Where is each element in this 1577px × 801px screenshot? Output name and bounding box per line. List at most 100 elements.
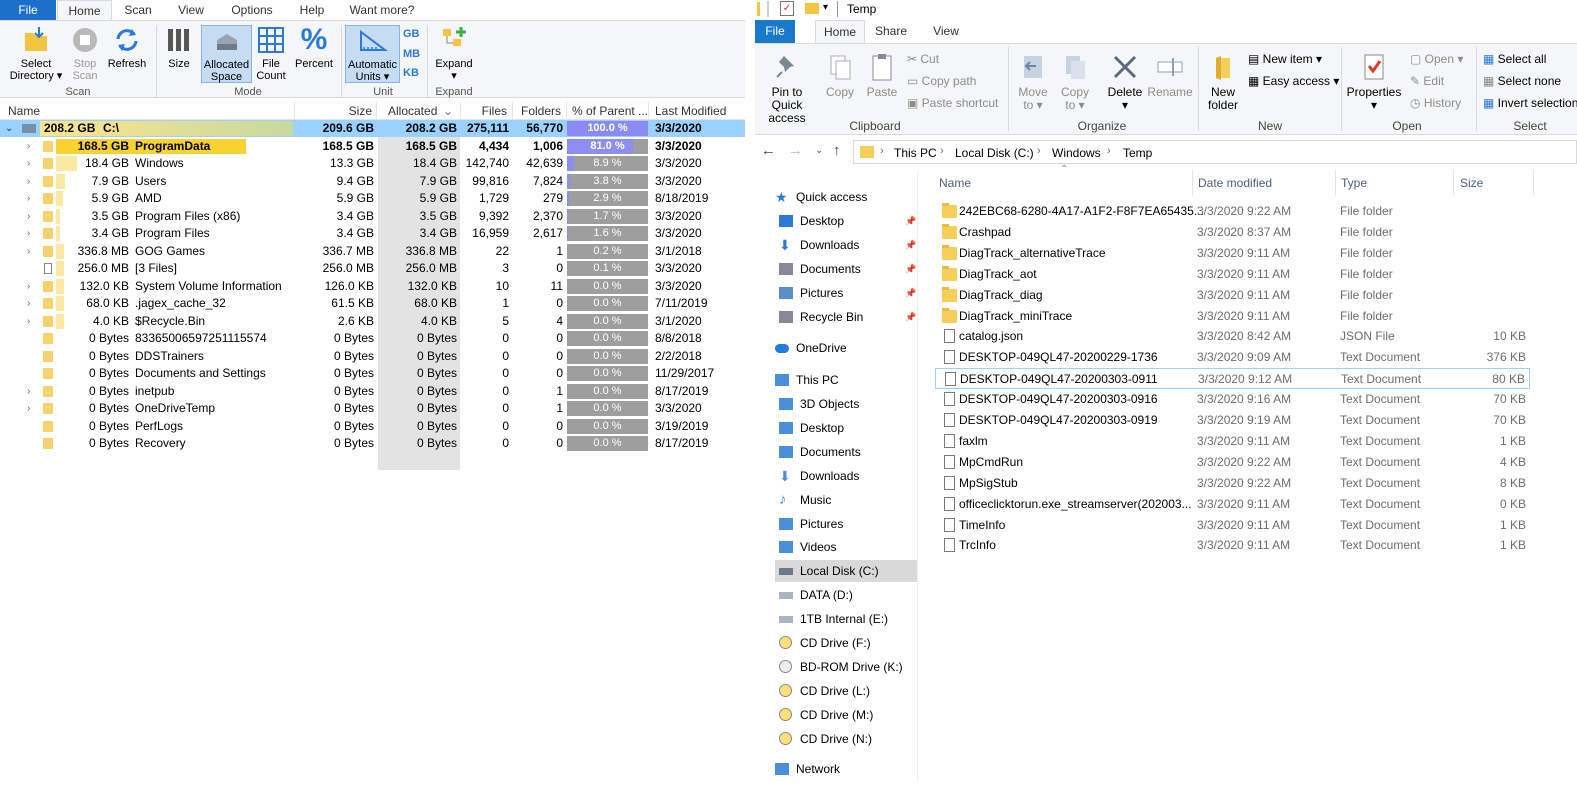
unit-kb-button[interactable]: KB — [403, 67, 419, 79]
tree-row-root[interactable]: ⌄ 208.2 GB C:\ 209.6 GB 208.2 GB 275,111 56,77… — [0, 120, 745, 137]
navigation-pane-divider[interactable] — [917, 170, 918, 781]
nav-onedrive[interactable]: OneDrive — [755, 337, 920, 359]
allocated-space-button[interactable]: Allocated Space — [201, 25, 252, 83]
tab-home[interactable]: Home — [57, 0, 112, 20]
expand-chevron-icon[interactable]: › — [27, 278, 30, 295]
file-row[interactable]: DESKTOP-049QL47-20200303-0916 3/3/2020 9:… — [935, 389, 1530, 410]
column-type[interactable]: Type — [1341, 176, 1367, 190]
size-mode-button[interactable]: Size — [161, 25, 197, 70]
tree-row[interactable]: 0 Bytes DDSTrainers 0 Bytes 0 Bytes 0 0 0.0 % 2… — [0, 348, 745, 365]
file-row[interactable]: officeclicktorun.exe_streamserver(202003… — [935, 494, 1530, 515]
paste-shortcut-button[interactable]: ▣ Paste shortcut — [907, 96, 998, 110]
tree-row[interactable]: › 336.8 MB GOG Games 336.7 MB 336.8 MB 22 1 0.2… — [0, 243, 745, 260]
tree-row[interactable]: › 168.5 GB ProgramData 168.5 GB 168.5 GB 4,43… — [0, 138, 745, 155]
nav-this-pc[interactable]: This PC — [755, 369, 920, 391]
nav-quick-pictures[interactable]: Pictures 📌 — [755, 282, 920, 304]
up-arrow-icon[interactable]: ↑ — [833, 142, 841, 159]
breadcrumb-temp[interactable]: Temp — [1123, 146, 1152, 160]
nav-local-disk-c[interactable]: Local Disk (C:) — [775, 560, 917, 583]
invert-selection-button[interactable]: ▦ Invert selection — [1483, 96, 1577, 110]
expand-chevron-icon[interactable]: › — [27, 243, 30, 260]
tab-file[interactable]: File — [0, 0, 56, 20]
select-directory-button[interactable]: Select Directory ▾ — [6, 25, 66, 82]
tree-row[interactable]: 0 Bytes Documents and Settings 0 Bytes 0 By… — [0, 365, 745, 382]
properties-check-icon[interactable]: ✓ — [780, 1, 794, 16]
file-row[interactable]: DESKTOP-049QL47-20200303-0911 3/3/2020 9:… — [935, 368, 1530, 390]
breadcrumb-this-pc[interactable]: This PC — [894, 146, 937, 160]
expand-chevron-icon[interactable]: › — [27, 225, 30, 242]
file-row[interactable]: TrcInfo 3/3/2020 9:11 AM Text Document 1 KB — [935, 535, 1530, 556]
cut-button[interactable]: ✂ Cut — [907, 52, 939, 66]
column-size[interactable]: Size — [1460, 176, 1483, 190]
breadcrumb-windows[interactable]: Windows — [1052, 146, 1101, 160]
expand-chevron-icon[interactable]: › — [27, 400, 30, 417]
column-folders[interactable]: Folders — [517, 104, 561, 118]
column-files[interactable]: Files — [465, 104, 507, 118]
automatic-units-button[interactable]: Automatic Units ▾ — [345, 25, 400, 83]
expand-chevron-icon[interactable]: › — [27, 383, 30, 400]
tab-view[interactable]: View — [168, 0, 214, 20]
tab-options[interactable]: Options — [222, 0, 282, 20]
percent-button[interactable]: % Percent — [292, 25, 336, 71]
expand-chevron-icon[interactable]: › — [27, 138, 30, 155]
tree-row[interactable]: › 4.0 KB $Recycle.Bin 2.6 KB 4.0 KB 5 4 0.0 % 3/… — [0, 313, 745, 330]
tab-file[interactable]: File — [755, 20, 795, 43]
file-count-button[interactable]: File Count — [254, 25, 288, 82]
history-button[interactable]: ◷ History — [1410, 96, 1461, 110]
nav-network[interactable]: Network — [755, 758, 920, 780]
select-none-button[interactable]: ▦ Select none — [1483, 74, 1561, 88]
file-row[interactable]: MpSigStub 3/3/2020 9:22 AM Text Document 8 … — [935, 473, 1530, 494]
nav-cd-drive-n[interactable]: CD Drive (N:) — [755, 728, 920, 750]
edit-button[interactable]: ✎ Edit — [1410, 74, 1444, 88]
tree-row[interactable]: 0 Bytes PerfLogs 0 Bytes 0 Bytes 0 0 0.0 % 3/19… — [0, 418, 745, 435]
nav-quick-documents[interactable]: Documents 📌 — [755, 258, 920, 280]
tree-row[interactable]: › 5.9 GB AMD 5.9 GB 5.9 GB 1,729 279 2.9 % 8/18/… — [0, 190, 745, 207]
easy-access-button[interactable]: ▦ Easy access ▾ — [1248, 74, 1339, 88]
folder-row[interactable]: DiagTrack_diag 3/3/2020 9:11 AM File folde… — [935, 285, 1530, 306]
nav-downloads[interactable]: ⬇ Downloads — [755, 465, 920, 487]
nav-quick-desktop[interactable]: Desktop 📌 — [755, 210, 920, 232]
folder-row[interactable]: Crashpad 3/3/2020 8:37 AM File folder — [935, 222, 1530, 243]
new-folder-icon[interactable] — [805, 3, 819, 14]
rename-button[interactable]: Rename — [1147, 52, 1193, 99]
tree-row[interactable]: › 0 Bytes inetpub 0 Bytes 0 Bytes 0 1 0.0 % 8/17… — [0, 383, 745, 400]
tree-row[interactable]: 256.0 MB [3 Files] 256.0 MB 256.0 MB 3 0 0.1 %… — [0, 260, 745, 277]
folder-row[interactable]: 242EBC68-6280-4A17-A1F2-F8F7EA65435... 3/… — [935, 201, 1530, 222]
recent-locations-icon[interactable]: ⌄ — [815, 145, 823, 156]
open-button[interactable]: ▢ Open ▾ — [1410, 52, 1463, 66]
nav-cd-drive-f[interactable]: CD Drive (F:) — [755, 632, 920, 654]
refresh-button[interactable]: Refresh — [105, 25, 149, 70]
folder-row[interactable]: DiagTrack_miniTrace 3/3/2020 9:11 AM File … — [935, 306, 1530, 327]
tree-row[interactable]: › 0 Bytes OneDriveTemp 0 Bytes 0 Bytes 0 1 0.0 … — [0, 400, 745, 417]
expand-chevron-icon[interactable]: › — [27, 295, 30, 312]
tab-scan[interactable]: Scan — [115, 0, 161, 20]
expand-chevron-icon[interactable]: › — [27, 313, 30, 330]
file-row[interactable]: DESKTOP-049QL47-20200229-1736 3/3/2020 9:… — [935, 347, 1530, 368]
folder-row[interactable]: DiagTrack_alternativeTrace 3/3/2020 9:11 … — [935, 243, 1530, 264]
nav-3d-objects[interactable]: 3D Objects — [755, 393, 920, 415]
address-bar[interactable]: › This PC › Local Disk (C:) › Windows › … — [853, 140, 1577, 164]
tree-row[interactable]: › 132.0 KB System Volume Information 126.0 … — [0, 278, 745, 295]
unit-mb-button[interactable]: MB — [403, 48, 420, 60]
move-to-button[interactable]: Move to ▾ — [1015, 52, 1051, 112]
tree-row[interactable]: › 18.4 GB Windows 13.3 GB 18.4 GB 142,740 42,6… — [0, 155, 745, 172]
tree-row[interactable]: 0 Bytes Recovery 0 Bytes 0 Bytes 0 0 0.0 % 8/17… — [0, 435, 745, 452]
breadcrumb-local-disk[interactable]: Local Disk (C:) — [955, 146, 1034, 160]
tab-view[interactable]: View — [925, 20, 967, 43]
file-row[interactable]: TimeInfo 3/3/2020 9:11 AM Text Document 1 K… — [935, 515, 1530, 536]
column-name[interactable]: Name — [8, 104, 40, 118]
stop-scan-button[interactable]: Stop Scan — [66, 25, 104, 82]
tree-row[interactable]: 0 Bytes 83365006597251115574 0 Bytes 0 Byte… — [0, 330, 745, 347]
column-percent-of-parent[interactable]: % of Parent ... — [572, 104, 648, 118]
column-allocated[interactable]: Allocated — [388, 104, 437, 118]
column-date-modified[interactable]: Date modified — [1198, 176, 1272, 190]
nav-bd-rom-drive-k[interactable]: BD-ROM Drive (K:) — [755, 656, 920, 678]
collapse-chevron-icon[interactable]: ⌄ — [5, 120, 13, 137]
nav-data-d[interactable]: DATA (D:) — [755, 584, 920, 606]
customize-toolbar-icon[interactable]: ▾ — [823, 2, 828, 13]
new-folder-button[interactable]: New folder — [1203, 52, 1243, 112]
nav-pictures[interactable]: Pictures — [755, 513, 920, 535]
file-row[interactable]: MpCmdRun 3/3/2020 9:22 AM Text Document 4 K… — [935, 452, 1530, 473]
expand-chevron-icon[interactable]: › — [27, 155, 30, 172]
unit-gb-button[interactable]: GB — [403, 28, 420, 40]
